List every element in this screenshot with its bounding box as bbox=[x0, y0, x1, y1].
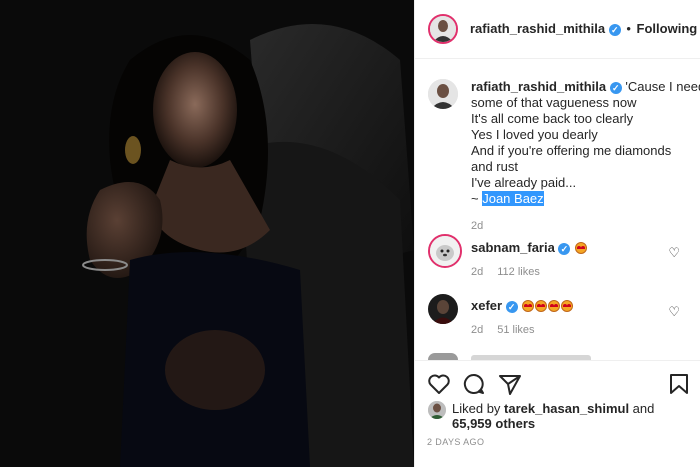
commenter-avatar[interactable] bbox=[428, 294, 458, 324]
dog-avatar-icon bbox=[430, 236, 460, 266]
author-avatar-image bbox=[430, 16, 456, 42]
caption-line: ~ bbox=[471, 191, 483, 206]
author-avatar[interactable] bbox=[428, 14, 458, 44]
comment-time[interactable]: 2d bbox=[471, 324, 483, 336]
post-caption: rafiath_rashid_mithila ✓ 'Cause I need s… bbox=[471, 79, 700, 234]
liked-by-and: and bbox=[629, 401, 655, 416]
post-photo[interactable] bbox=[0, 0, 414, 467]
heart-eyes-emoji-icon bbox=[535, 300, 548, 312]
dark-avatar-icon bbox=[428, 294, 458, 324]
heart-icon[interactable] bbox=[427, 373, 451, 395]
share-icon[interactable] bbox=[498, 373, 522, 395]
commenter-avatar[interactable] bbox=[428, 234, 462, 268]
verified-badge-icon: ✓ bbox=[608, 24, 621, 36]
post-details-panel: rafiath_rashid_mithila ✓ • Following raf… bbox=[414, 0, 700, 467]
caption-time[interactable]: 2d bbox=[471, 218, 693, 234]
separator-dot: • bbox=[626, 21, 631, 36]
verified-badge-icon: ✓ bbox=[558, 243, 571, 255]
post-actions: Liked by tarek_hasan_shimul and 65,959 o… bbox=[415, 360, 700, 467]
caption-line: and rust bbox=[471, 159, 518, 174]
comment-likes-count[interactable]: 112 likes bbox=[497, 266, 540, 278]
heart-eyes-emoji-icon bbox=[561, 300, 574, 312]
comment-username[interactable]: sabnam_faria bbox=[471, 240, 555, 255]
caption-line: Yes I loved you dearly bbox=[471, 127, 598, 142]
liker-avatar-image bbox=[428, 401, 446, 419]
likes-count[interactable]: 65,959 others bbox=[452, 416, 535, 431]
caption-username[interactable]: rafiath_rashid_mithila bbox=[471, 79, 606, 94]
caption-line: I've already paid... bbox=[471, 175, 577, 190]
verified-badge-icon: ✓ bbox=[505, 301, 518, 313]
author-username[interactable]: rafiath_rashid_mithila bbox=[470, 21, 605, 36]
portrait-photo-image bbox=[0, 0, 414, 467]
caption-highlighted-text[interactable]: Joan Baez bbox=[482, 191, 544, 206]
liked-by-prefix: Liked by bbox=[452, 401, 505, 416]
caption-line: 'Cause I need bbox=[625, 79, 700, 94]
commenter-avatar[interactable] bbox=[428, 353, 458, 360]
comment-username[interactable]: xefer bbox=[471, 298, 502, 313]
liker-avatar[interactable] bbox=[428, 401, 446, 419]
comment-time[interactable]: 2d bbox=[471, 266, 483, 278]
caption-verified-badge-icon: ✓ bbox=[609, 82, 622, 94]
caption-line: It's all come back too clearly bbox=[471, 111, 634, 126]
following-button[interactable]: Following bbox=[637, 21, 698, 36]
caption-author-avatar[interactable] bbox=[428, 79, 458, 109]
liked-by-text: Liked by tarek_hasan_shimul and 65,959 o… bbox=[452, 401, 682, 431]
liked-by-user[interactable]: tarek_hasan_shimul bbox=[504, 401, 629, 416]
heart-eyes-emoji-icon bbox=[548, 300, 561, 312]
caption-avatar-image bbox=[428, 79, 458, 109]
bookmark-icon[interactable] bbox=[669, 373, 689, 395]
comment-icon[interactable] bbox=[462, 373, 486, 395]
heart-eyes-emoji-icon bbox=[575, 242, 588, 254]
caption-line: some of that vagueness now bbox=[471, 95, 637, 110]
caption-line: And if you're offering me diamonds bbox=[471, 143, 672, 158]
comment-like-heart-icon[interactable]: ♡ bbox=[668, 304, 680, 320]
comment-likes-count[interactable]: 51 likes bbox=[497, 324, 534, 336]
comment-like-heart-icon[interactable]: ♡ bbox=[668, 245, 680, 261]
post-header: rafiath_rashid_mithila ✓ • Following bbox=[415, 0, 700, 59]
header-title: rafiath_rashid_mithila ✓ • Following bbox=[470, 21, 697, 36]
posted-time[interactable]: 2 DAYS AGO bbox=[427, 437, 484, 447]
heart-eyes-emoji-icon bbox=[522, 300, 535, 312]
